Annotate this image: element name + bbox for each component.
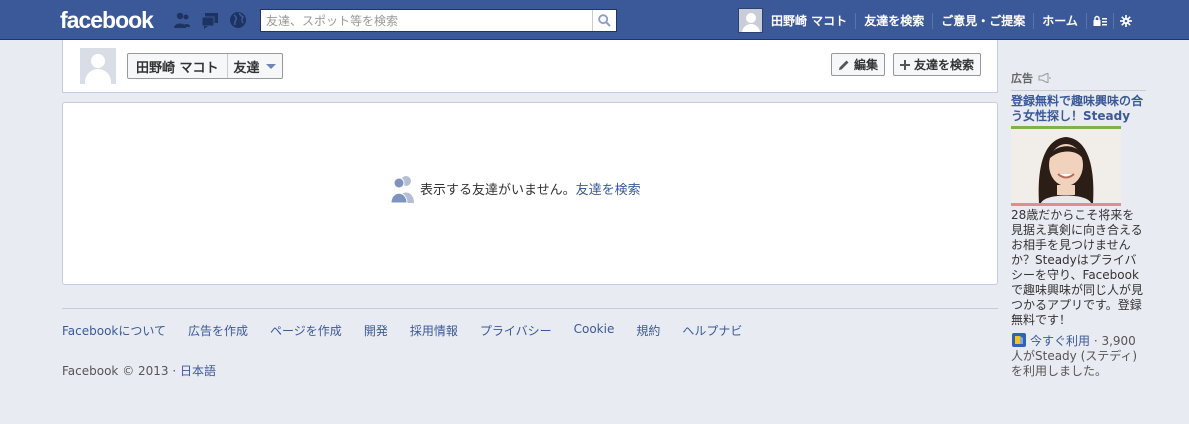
footer-link-terms[interactable]: 規約 [636, 322, 660, 339]
nav-find-friends-link[interactable]: 友達を検索 [856, 12, 932, 29]
copyright-text: Facebook © 2013 · [62, 364, 180, 378]
privacy-shortcuts-button[interactable] [1087, 15, 1113, 27]
find-friends-button[interactable]: 友達を検索 [893, 53, 982, 76]
footer-link-developers[interactable]: 開発 [364, 322, 388, 339]
privacy-lock-icon [1093, 15, 1107, 26]
footer-link-about[interactable]: Facebookについて [62, 322, 166, 339]
top-navigation-bar: facebook 田野崎 マコト 友達を検索 ご意見・ご提案 ホーム [0, 0, 1189, 40]
empty-state-text: 表示する友達がいません。 [420, 182, 576, 198]
search-input[interactable] [261, 10, 591, 31]
facebook-logo[interactable]: facebook [60, 7, 154, 34]
friends-list-panel: 表示する友達がいません。 友達を検索 [62, 102, 998, 285]
avatar[interactable] [738, 8, 763, 33]
find-friends-button-label: 友達を検索 [914, 58, 975, 72]
footer-link-careers[interactable]: 採用情報 [410, 322, 458, 339]
ad-body-text[interactable]: 28歳だからこそ将来を見据え真剣に向き合えるお相手を見つけませんか？Steady… [1011, 208, 1146, 328]
profile-header: 田野崎 マコト 友達 編集 友達を検索 [62, 40, 998, 93]
plus-icon [900, 59, 910, 70]
ad-social-context: 今すぐ利用 · 3,900人がSteady (ステディ) を利用しました。 [1011, 332, 1146, 379]
nav-feedback-link[interactable]: ご意見・ご提案 [933, 12, 1033, 29]
notifications-globe-icon[interactable] [229, 11, 247, 29]
friend-requests-icon[interactable] [173, 11, 191, 29]
ad-photo-woman [1011, 129, 1121, 203]
search-box [260, 9, 617, 32]
section-dropdown[interactable]: 友達 [228, 54, 282, 78]
profile-section-selector[interactable]: 田野崎 マコト 友達 [127, 53, 283, 79]
footer-link-cookies[interactable]: Cookie [574, 322, 615, 339]
empty-state-message: 表示する友達がいません。 友達を検索 [391, 173, 641, 203]
footer-link-create-page[interactable]: ページを作成 [270, 322, 342, 339]
profile-picture[interactable] [80, 48, 116, 84]
footer-divider [62, 308, 998, 309]
ads-column: 広告 登録無料で趣味興味の合う女性探し！Steady 28歳だからこそ将来を見据… [1011, 70, 1146, 379]
pencil-icon [839, 60, 849, 70]
use-now-link[interactable]: 今すぐ利用 [1030, 334, 1090, 348]
friends-silhouette-icon [391, 176, 414, 203]
megaphone-icon[interactable] [1038, 73, 1051, 83]
nav-profile-link[interactable]: 田野崎 マコト [763, 12, 855, 29]
ad-image[interactable] [1011, 126, 1121, 206]
find-friends-link[interactable]: 友達を検索 [576, 179, 641, 198]
copyright: Facebook © 2013 · 日本語 [62, 362, 216, 379]
edit-button-label: 編集 [854, 58, 879, 72]
ad-title[interactable]: 登録無料で趣味興味の合う女性探し！Steady [1011, 94, 1146, 124]
gear-icon [1119, 14, 1132, 27]
search-icon [598, 14, 611, 27]
footer-link-privacy[interactable]: プライバシー [480, 322, 552, 339]
section-label: 友達 [233, 60, 260, 76]
edit-button[interactable]: 編集 [831, 53, 886, 76]
footer-links: Facebookについて 広告を作成 ページを作成 開発 採用情報 プライバシー… [62, 322, 764, 339]
settings-menu-button[interactable] [1114, 14, 1138, 27]
ads-header: 広告 [1011, 70, 1146, 91]
top-right-nav: 田野崎 マコト 友達を検索 ご意見・ご提案 ホーム [738, 8, 1138, 33]
nav-home-link[interactable]: ホーム [1034, 12, 1086, 29]
footer-link-create-ad[interactable]: 広告を作成 [188, 322, 248, 339]
app-icon [1012, 333, 1026, 347]
footer-link-help[interactable]: ヘルプナビ [682, 322, 742, 339]
search-button[interactable] [592, 10, 616, 31]
language-link[interactable]: 日本語 [180, 364, 216, 378]
chevron-down-icon [265, 63, 276, 69]
ads-header-label: 広告 [1011, 72, 1033, 85]
profile-name[interactable]: 田野崎 マコト [128, 54, 228, 78]
messages-icon[interactable] [201, 11, 219, 29]
